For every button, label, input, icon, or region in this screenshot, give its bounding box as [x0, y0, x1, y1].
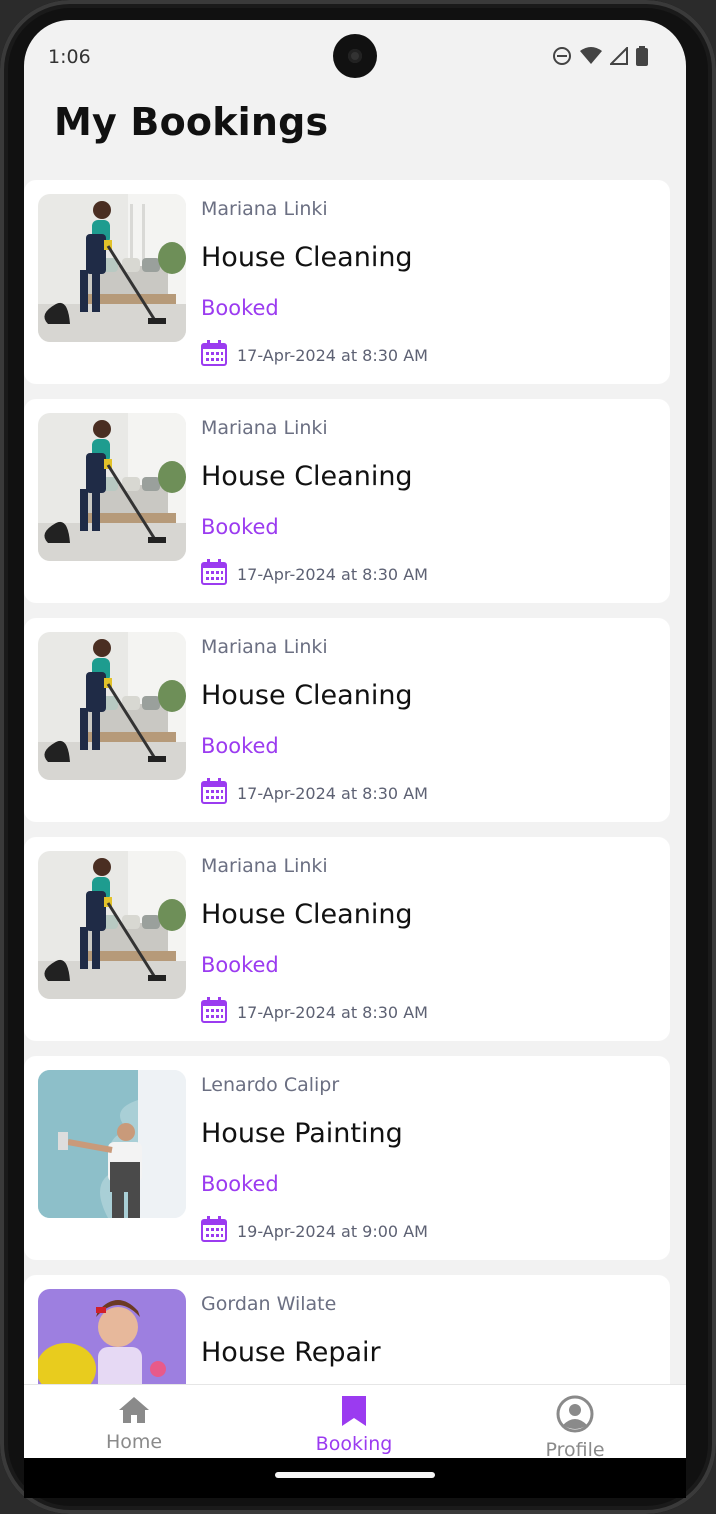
service-thumbnail-painting — [38, 1070, 186, 1218]
nav-label-profile: Profile — [545, 1439, 605, 1458]
wifi-icon — [580, 47, 602, 69]
booking-card[interactable]: Mariana Linki House Cleaning Booked 17-A… — [24, 837, 670, 1041]
booking-datetime-row: 19-Apr-2024 at 9:00 AM — [201, 1216, 428, 1246]
nav-item-profile[interactable]: Profile — [510, 1395, 640, 1458]
profile-icon — [556, 1395, 594, 1437]
booking-status: Booked — [201, 515, 279, 539]
app-screen: 1:06 My Bookings Mariana Linki House Cle… — [24, 20, 686, 1458]
gesture-bar-area — [24, 1458, 686, 1498]
status-icons — [552, 45, 648, 70]
bottom-navigation: Home Booking Profile — [24, 1384, 686, 1458]
dnd-icon — [552, 46, 572, 70]
nav-label-home: Home — [105, 1431, 163, 1453]
calendar-icon — [201, 997, 227, 1027]
booking-datetime: 19-Apr-2024 at 9:00 AM — [237, 1221, 428, 1241]
booking-datetime-row: 17-Apr-2024 at 8:30 AM — [201, 997, 428, 1027]
booking-card[interactable]: Lenardo Calipr House Painting Booked 19-… — [24, 1056, 670, 1260]
service-name: House Cleaning — [201, 242, 413, 273]
booking-status: Booked — [201, 953, 279, 977]
status-bar: 1:06 — [24, 20, 686, 90]
service-name: House Repair — [201, 1337, 381, 1368]
bookmark-icon — [339, 1396, 369, 1431]
booking-datetime: 17-Apr-2024 at 8:30 AM — [237, 345, 428, 365]
nav-item-home[interactable]: Home — [69, 1395, 199, 1453]
service-thumbnail-cleaning — [38, 632, 186, 780]
booking-status: Booked — [201, 1172, 279, 1196]
booking-datetime-row: 17-Apr-2024 at 8:30 AM — [201, 559, 428, 589]
booking-datetime: 17-Apr-2024 at 8:30 AM — [237, 783, 428, 803]
service-thumbnail-cleaning — [38, 851, 186, 999]
home-gesture-handle[interactable] — [275, 1472, 435, 1478]
booking-card[interactable]: Mariana Linki House Cleaning Booked 17-A… — [24, 618, 670, 822]
calendar-icon — [201, 340, 227, 370]
page-title: My Bookings — [54, 100, 329, 144]
service-name: House Cleaning — [201, 899, 413, 930]
booking-card[interactable]: Mariana Linki House Cleaning Booked 17-A… — [24, 399, 670, 603]
calendar-icon — [201, 559, 227, 589]
calendar-icon — [201, 778, 227, 808]
booking-datetime-row: 17-Apr-2024 at 8:30 AM — [201, 340, 428, 370]
booking-card[interactable]: Mariana Linki House Cleaning Booked 17-A… — [24, 180, 670, 384]
provider-name: Mariana Linki — [201, 417, 328, 439]
service-thumbnail-cleaning — [38, 194, 186, 342]
nav-item-booking[interactable]: Booking — [289, 1395, 419, 1455]
provider-name: Mariana Linki — [201, 636, 328, 658]
signal-icon — [608, 45, 628, 69]
front-camera — [333, 34, 377, 78]
booking-status: Booked — [201, 296, 279, 320]
status-time: 1:06 — [48, 46, 91, 68]
booking-status: Booked — [201, 734, 279, 758]
nav-label-booking: Booking — [315, 1433, 393, 1455]
service-name: House Painting — [201, 1118, 403, 1149]
service-thumbnail-cleaning — [38, 413, 186, 561]
provider-name: Mariana Linki — [201, 855, 328, 877]
calendar-icon — [201, 1216, 227, 1246]
service-name: House Cleaning — [201, 461, 413, 492]
battery-icon — [636, 46, 648, 70]
booking-datetime: 17-Apr-2024 at 8:30 AM — [237, 564, 428, 584]
provider-name: Mariana Linki — [201, 198, 328, 220]
booking-datetime: 17-Apr-2024 at 8:30 AM — [237, 1002, 428, 1022]
home-icon — [117, 1397, 151, 1429]
provider-name: Lenardo Calipr — [201, 1074, 340, 1096]
provider-name: Gordan Wilate — [201, 1293, 337, 1315]
service-name: House Cleaning — [201, 680, 413, 711]
booking-datetime-row: 17-Apr-2024 at 8:30 AM — [201, 778, 428, 808]
